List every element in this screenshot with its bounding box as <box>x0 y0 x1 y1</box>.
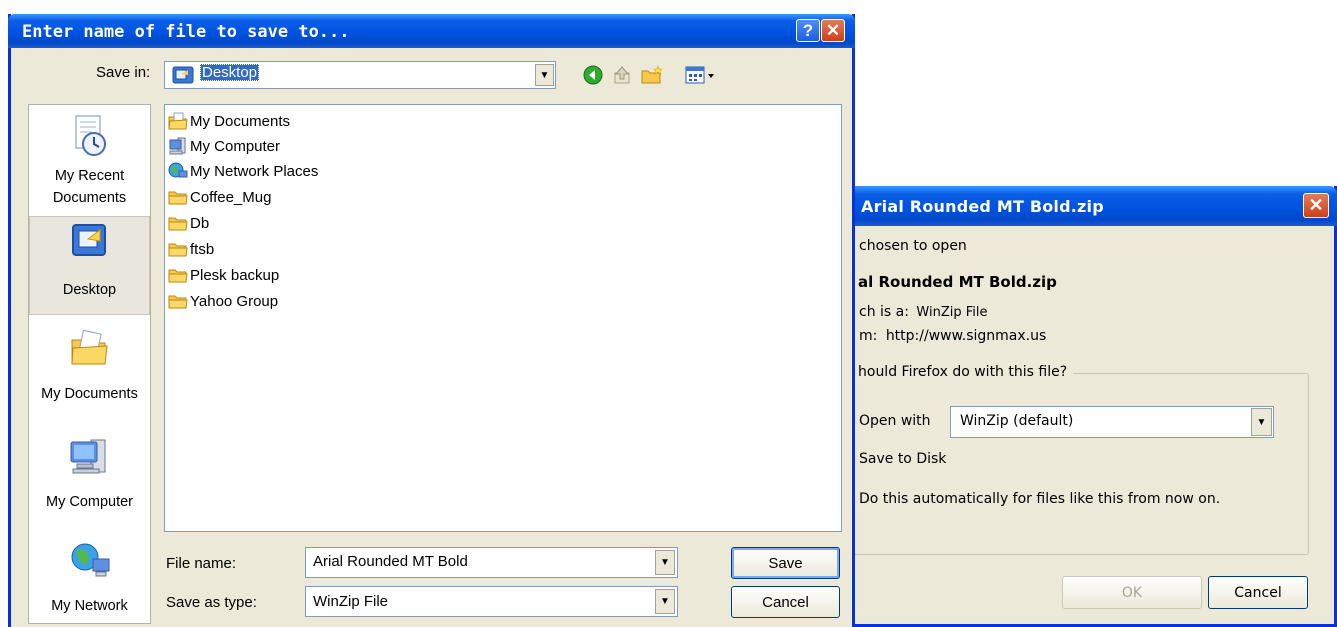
save-in-dropdown-button[interactable]: ▼ <box>535 64 554 86</box>
my-documents-icon <box>70 329 108 365</box>
desktop-icon <box>71 224 106 256</box>
place-my-recent-documents[interactable]: My Recent Documents <box>29 114 150 209</box>
file-source-value: http://www.signmax.us <box>885 328 1047 344</box>
list-item-label: Plesk backup <box>190 266 280 284</box>
list-item[interactable]: Db <box>168 211 209 235</box>
list-item[interactable]: Coffee_Mug <box>168 185 271 209</box>
close-icon: ✕ <box>1308 195 1324 215</box>
folder-icon <box>168 295 188 309</box>
my-documents-icon <box>168 112 188 130</box>
new-folder-icon <box>641 65 663 84</box>
save-as-type-dropdown-button[interactable]: ▼ <box>655 589 675 614</box>
save-close-button[interactable]: ✕ <box>821 19 845 42</box>
save-dialog-title: Enter name of file to save to... <box>22 22 350 42</box>
file-type-row: ch is a: WinZip File <box>859 304 987 320</box>
place-label: My Documents <box>41 386 138 402</box>
list-item[interactable]: My Network Places <box>168 159 318 183</box>
chevron-down-icon: ▼ <box>1256 416 1267 428</box>
list-item-label: Db <box>190 214 210 232</box>
chevron-down-icon: ▼ <box>660 557 670 568</box>
help-button[interactable]: ? <box>796 19 820 42</box>
place-label-line1: My Recent <box>54 168 125 184</box>
network-places-icon <box>168 162 188 178</box>
desktop-icon <box>172 66 194 88</box>
cancel-button[interactable]: Cancel <box>731 586 840 618</box>
list-item[interactable]: My Documents <box>168 109 290 133</box>
open-with-radio[interactable]: Open with <box>859 413 931 429</box>
list-item-label: Yahoo Group <box>190 292 279 310</box>
auto-action-label: Do this automatically for files like thi… <box>859 491 1221 507</box>
list-item-label: ftsb <box>190 240 215 258</box>
save-button[interactable]: Save <box>731 547 840 579</box>
download-dialog-title: Arial Rounded MT Bold.zip <box>861 197 1104 216</box>
save-to-disk-label: Save to Disk <box>859 451 947 467</box>
action-question: hould Firefox do with this file? <box>852 364 1074 380</box>
my-computer-icon <box>70 439 105 474</box>
place-my-network[interactable]: My Network <box>29 541 150 617</box>
up-folder-button[interactable] <box>609 63 635 87</box>
list-item[interactable]: ftsb <box>168 237 214 261</box>
download-file-name: al Rounded MT Bold.zip <box>858 273 1057 291</box>
place-label: My Network <box>51 598 128 614</box>
folder-icon <box>168 269 188 283</box>
chevron-down-icon: ▼ <box>539 69 550 81</box>
auto-action-checkbox[interactable]: Do this automatically for files like thi… <box>859 491 1220 507</box>
recent-documents-icon <box>75 115 106 156</box>
my-network-icon <box>71 543 109 577</box>
save-in-label: Save in: <box>96 64 151 81</box>
place-my-computer[interactable]: My Computer <box>29 436 150 513</box>
folder-icon <box>168 191 188 205</box>
folder-icon <box>168 243 188 257</box>
close-icon: ✕ <box>825 20 841 40</box>
place-label-line2: Documents <box>52 190 127 206</box>
open-with-value: WinZip (default) <box>960 413 1074 429</box>
file-name-label: File name: <box>166 555 237 572</box>
list-item-label: My Network Places <box>190 162 319 180</box>
views-menu-icon <box>685 66 714 84</box>
download-cancel-button[interactable]: Cancel <box>1208 576 1308 609</box>
file-type-value: WinZip File <box>916 305 988 320</box>
place-label: My Computer <box>45 494 134 510</box>
folder-icon <box>168 217 188 231</box>
file-name-dropdown-button[interactable]: ▼ <box>655 550 675 575</box>
back-button[interactable] <box>580 63 606 87</box>
open-with-dropdown-button[interactable]: ▼ <box>1251 408 1272 436</box>
views-menu-button[interactable] <box>683 63 719 87</box>
list-item-label: My Documents <box>190 112 291 130</box>
list-item[interactable]: My Computer <box>168 134 280 158</box>
file-source-row: m: http://www.signmax.us <box>859 328 1046 344</box>
back-icon <box>583 65 603 85</box>
list-item-label: Coffee_Mug <box>190 188 272 206</box>
save-in-value: Desktop <box>200 64 260 81</box>
ok-button[interactable]: OK <box>1062 576 1202 609</box>
chevron-down-icon: ▼ <box>660 596 670 607</box>
file-source-label: m: <box>859 328 878 344</box>
download-close-button[interactable]: ✕ <box>1303 193 1329 218</box>
open-with-label: Open with <box>859 413 931 429</box>
place-desktop[interactable]: Desktop <box>29 222 150 301</box>
chosen-text: chosen to open <box>859 238 967 254</box>
place-my-documents[interactable]: My Documents <box>29 328 150 405</box>
list-item[interactable]: Plesk backup <box>168 263 279 287</box>
up-folder-icon <box>614 66 630 84</box>
file-type-label: ch is a: <box>859 304 909 320</box>
computer-icon <box>169 137 186 155</box>
help-icon: ? <box>802 20 814 40</box>
new-folder-button[interactable] <box>639 63 665 87</box>
place-label: Desktop <box>62 282 117 298</box>
list-item[interactable]: Yahoo Group <box>168 289 278 313</box>
save-as-type-value: WinZip File <box>313 593 389 610</box>
file-name-value: Arial Rounded MT Bold <box>313 553 468 570</box>
save-as-type-label: Save as type: <box>166 594 257 611</box>
save-to-disk-radio[interactable]: Save to Disk <box>859 451 946 467</box>
list-item-label: My Computer <box>190 137 281 155</box>
